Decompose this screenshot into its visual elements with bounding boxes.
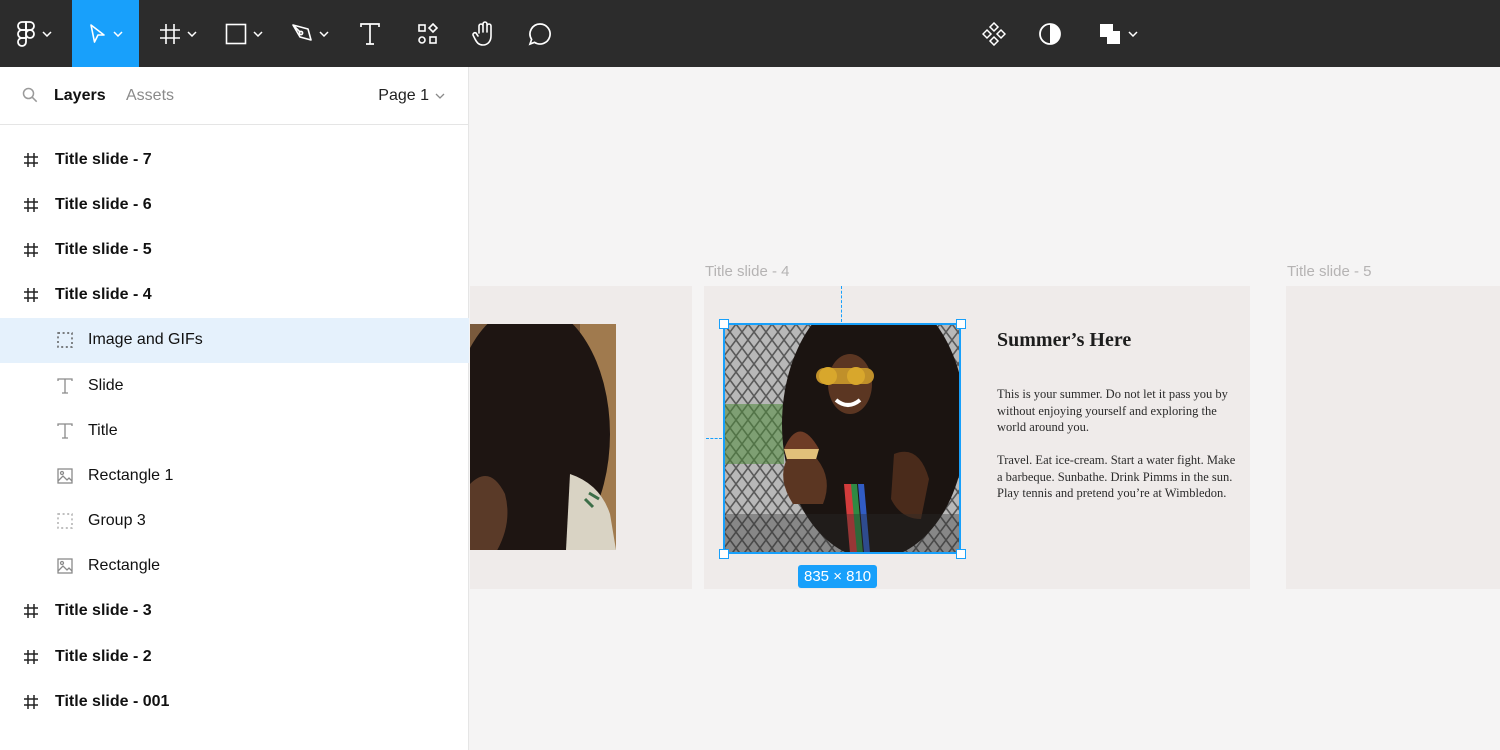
boolean-ops-button[interactable] (1090, 0, 1146, 67)
frame-label-title-slide-5[interactable]: Title slide - 5 (1287, 263, 1371, 280)
layer-title-slide-2[interactable]: Title slide - 2 (0, 634, 469, 679)
chevron-down-icon (186, 30, 197, 37)
selection-box[interactable] (723, 323, 961, 554)
slide-body-paragraph-1[interactable]: This is your summer. Do not let it pass … (997, 386, 1237, 436)
theme-toggle-button[interactable] (1030, 0, 1070, 67)
hand-icon (472, 20, 492, 46)
layer-title-slide-3[interactable]: Title slide - 3 (0, 589, 469, 634)
half-circle-contrast-icon (1039, 22, 1061, 45)
layer-slide[interactable]: Slide (0, 363, 469, 408)
layer-label: Rectangle 1 (88, 466, 174, 484)
frame-icon (23, 197, 39, 213)
layer-rectangle[interactable]: Rectangle (0, 544, 469, 589)
pen-icon (292, 23, 312, 41)
chevron-down-icon (42, 30, 52, 37)
resize-handle-bottom-left[interactable] (719, 549, 729, 559)
main-menu-button[interactable] (0, 0, 68, 67)
frame-title-slide-3[interactable] (470, 286, 692, 589)
layer-title-slide-7[interactable]: Title slide - 7 (0, 137, 469, 182)
spacing-guide-left (706, 438, 722, 439)
layer-label: Title slide - 7 (55, 150, 152, 168)
image-icon (57, 558, 73, 574)
layers-list: Title slide - 7 Title slide - 6 Title sl… (0, 137, 469, 724)
search-layers-button[interactable] (22, 87, 38, 108)
figma-logo-icon (17, 20, 35, 47)
hand-tool-button[interactable] (463, 0, 505, 67)
frame-icon (23, 603, 39, 619)
frame-icon (23, 694, 39, 710)
chevron-down-icon (319, 30, 329, 37)
layer-label: Title slide - 001 (55, 692, 170, 710)
layer-title-slide-5[interactable]: Title slide - 5 (0, 227, 469, 272)
resize-handle-bottom-right[interactable] (956, 549, 966, 559)
layer-label: Title slide - 5 (55, 240, 152, 258)
frame-label-title-slide-4[interactable]: Title slide - 4 (705, 263, 789, 280)
layers-panel: Layers Assets Page 1 Title slide - 7 Tit… (0, 67, 469, 750)
frame-icon (23, 287, 39, 303)
resources-tool-button[interactable] (408, 0, 448, 67)
page-selector[interactable]: Page 1 (378, 87, 445, 105)
layer-label: Title slide - 2 (55, 647, 152, 665)
layer-title[interactable]: Title (0, 408, 469, 453)
frame-title-slide-5[interactable] (1286, 286, 1500, 589)
comment-tool-button[interactable] (520, 0, 560, 67)
resize-handle-top-right[interactable] (956, 319, 966, 329)
frame-tool-button[interactable] (150, 0, 205, 67)
slide-photo-partial[interactable] (470, 324, 616, 550)
pen-tool-button[interactable] (282, 0, 338, 67)
layer-label: Slide (88, 376, 124, 394)
slide-body-paragraph-2[interactable]: Travel. Eat ice-cream. Start a water fig… (997, 452, 1237, 502)
slide-title-text[interactable]: Summer’s Here (997, 329, 1131, 352)
chevron-down-icon (435, 93, 445, 99)
rectangle-icon (225, 23, 247, 44)
layer-rectangle-1[interactable]: Rectangle 1 (0, 453, 469, 498)
component-diamonds-icon (982, 21, 1006, 46)
search-icon (22, 87, 38, 103)
shape-tool-button[interactable] (216, 0, 272, 67)
text-tool-button[interactable] (350, 0, 390, 67)
boolean-union-icon (1100, 23, 1120, 44)
tab-assets[interactable]: Assets (126, 87, 174, 105)
layer-label: Title slide - 4 (55, 286, 152, 304)
layer-title-slide-001[interactable]: Title slide - 001 (0, 679, 469, 724)
layer-image-and-gifs[interactable]: Image and GIFs (0, 317, 469, 363)
layer-label: Title slide - 3 (55, 602, 152, 620)
chevron-down-icon (253, 30, 263, 37)
components-button[interactable] (974, 0, 1014, 67)
text-icon (57, 377, 73, 394)
tab-layers[interactable]: Layers (54, 87, 106, 105)
design-canvas[interactable]: Title slide - 4 Summer’s Here This is yo… (470, 67, 1500, 750)
chevron-down-icon (112, 30, 123, 37)
page-selector-label: Page 1 (378, 87, 429, 104)
layer-title-slide-4[interactable]: Title slide - 4 (0, 273, 469, 318)
layer-title-slide-6[interactable]: Title slide - 6 (0, 182, 469, 227)
move-tool-button[interactable] (72, 0, 139, 67)
group-icon (57, 513, 73, 529)
layer-label: Title (88, 421, 118, 439)
toolbar (0, 0, 1500, 67)
frame-icon (23, 242, 39, 258)
panel-header: Layers Assets Page 1 (0, 67, 469, 125)
layer-label: Image and GIFs (88, 331, 203, 349)
layer-label: Group 3 (88, 512, 146, 530)
layer-label: Rectangle (88, 557, 161, 575)
layer-group-3[interactable]: Group 3 (0, 499, 469, 544)
frame-hash-icon (159, 23, 180, 44)
comment-bubble-icon (528, 22, 551, 45)
frame-icon (23, 152, 39, 168)
cursor-arrow-icon (89, 23, 105, 43)
resources-icon (418, 22, 439, 44)
selection-dimensions-badge: 835 × 810 (798, 565, 878, 588)
resize-handle-top-left[interactable] (719, 319, 729, 329)
layer-label: Title slide - 6 (55, 195, 152, 213)
spacing-guide-top (841, 286, 842, 322)
chevron-down-icon (1128, 30, 1138, 37)
frame-icon (23, 649, 39, 665)
text-t-icon (360, 22, 380, 45)
group-icon (57, 332, 73, 349)
text-icon (57, 423, 73, 439)
image-icon (57, 468, 73, 484)
